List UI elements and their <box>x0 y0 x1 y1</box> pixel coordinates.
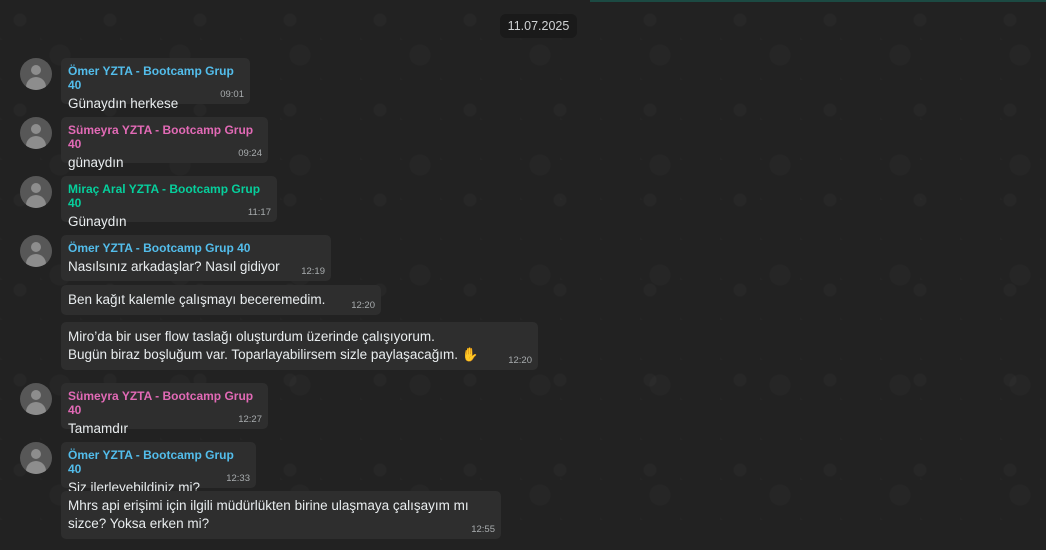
message-text: Nasılsınız arkadaşlar? Nasıl gidiyor <box>68 259 280 274</box>
message-bubble[interactable]: Ömer YZTA - Bootcamp Grup 40 Günaydın he… <box>61 58 250 111</box>
message-bubble[interactable]: Sümeyra YZTA - Bootcamp Grup 40 Tamamdır… <box>61 383 268 436</box>
message-bubble[interactable]: Sümeyra YZTA - Bootcamp Grup 40 günaydın… <box>61 117 268 170</box>
message-text: Ben kağıt kalemle çalışmayı beceremedim. <box>68 292 326 307</box>
avatar[interactable] <box>20 176 52 208</box>
message-text: Tamamdır <box>68 421 129 436</box>
message-text-line-2: Bugün biraz boşluğum var. Toparlayabilir… <box>68 346 531 364</box>
message-time: 11:17 <box>247 207 271 218</box>
message-time: 09:24 <box>238 148 262 159</box>
avatar[interactable] <box>20 442 52 474</box>
message-bubble[interactable]: Mhrs api erişimi için ilgili müdürlükten… <box>61 491 501 539</box>
message-text: Mhrs api erişimi için ilgili müdürlükten… <box>68 498 469 513</box>
message-sender[interactable]: Sümeyra YZTA - Bootcamp Grup 40 <box>68 389 261 417</box>
message-time: 12:27 <box>238 414 262 425</box>
raised-hand-emoji: ✋ <box>461 347 479 362</box>
message-text-line-2-content: Bugün biraz boşluğum var. Toparlayabilir… <box>68 347 458 362</box>
avatar[interactable] <box>20 235 52 267</box>
message-bubble[interactable]: Miraç Aral YZTA - Bootcamp Grup 40 Günay… <box>61 176 277 229</box>
message-text-line-2: sizce? Yoksa erken mi? <box>68 516 210 531</box>
message-bubble[interactable]: Ömer YZTA - Bootcamp Grup 40 Siz ilerley… <box>61 442 256 495</box>
message-time: 09:01 <box>220 89 244 100</box>
message-sender[interactable]: Sümeyra YZTA - Bootcamp Grup 40 <box>68 123 261 151</box>
message-sender[interactable]: Miraç Aral YZTA - Bootcamp Grup 40 <box>68 182 270 210</box>
avatar[interactable] <box>20 117 52 149</box>
message-text: günaydın <box>68 155 124 170</box>
message-text: Günaydın <box>68 214 127 229</box>
message-time: 12:19 <box>301 266 325 277</box>
avatar[interactable] <box>20 383 52 415</box>
message-time: 12:20 <box>351 300 375 311</box>
message-sender[interactable]: Ömer YZTA - Bootcamp Grup 40 <box>68 448 249 476</box>
top-accent-line <box>590 0 1046 2</box>
message-time: 12:55 <box>471 524 495 535</box>
message-time: 12:20 <box>508 355 532 366</box>
date-separator: 11.07.2025 <box>500 14 577 38</box>
message-text: Miro’da bir user flow taslağı oluşturdum… <box>68 329 435 344</box>
message-sender[interactable]: Ömer YZTA - Bootcamp Grup 40 <box>68 241 324 255</box>
message-text: Günaydın herkese <box>68 96 179 111</box>
avatar[interactable] <box>20 58 52 90</box>
message-bubble[interactable]: Ben kağıt kalemle çalışmayı beceremedim.… <box>61 285 381 315</box>
message-sender[interactable]: Ömer YZTA - Bootcamp Grup 40 <box>68 64 243 92</box>
message-bubble[interactable]: Miro’da bir user flow taslağı oluşturdum… <box>61 322 538 370</box>
message-time: 12:33 <box>226 473 250 484</box>
message-bubble[interactable]: Ömer YZTA - Bootcamp Grup 40 Nasılsınız … <box>61 235 331 281</box>
